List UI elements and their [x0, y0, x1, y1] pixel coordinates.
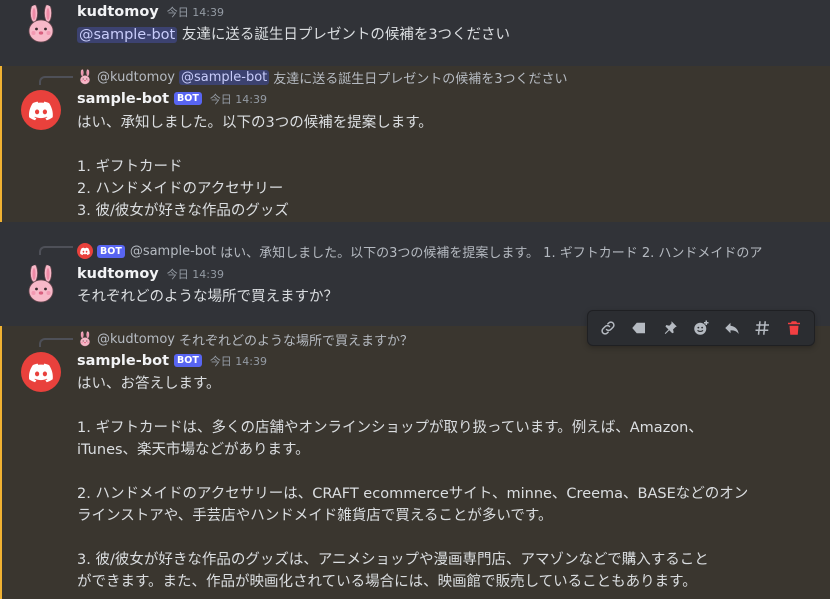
bunny-avatar-icon: [21, 4, 61, 44]
bot-badge: BOT: [174, 354, 202, 367]
create-thread-button[interactable]: [750, 315, 776, 341]
avatar[interactable]: [21, 352, 61, 392]
bot-badge: BOT: [97, 244, 125, 258]
message-1: kudtomoy 今日 14:39 @sample-bot 友達に送る誕生日プレ…: [0, 0, 830, 66]
reply-spine: [39, 246, 73, 255]
timestamp: 今日 14:39: [166, 268, 224, 281]
mention[interactable]: @sample-bot: [77, 27, 178, 43]
message-content: @sample-bot 友達に送る誕生日プレゼントの候補を3つください: [77, 24, 510, 46]
avatar[interactable]: [21, 264, 61, 304]
message-action-toolbar: [587, 310, 815, 346]
message-4: @kudtomoy それぞれどのような場所で買えますか？ sample-bot …: [0, 326, 830, 599]
timestamp: 今日 14:39: [209, 93, 268, 106]
bunny-avatar-icon: [77, 331, 93, 347]
reply-button[interactable]: [719, 315, 745, 341]
reply-author[interactable]: @sample-bot: [130, 244, 216, 259]
message-content: はい、承知しました。以下の3つの候補を提案します。 1. ギフトカード 2. ハ…: [77, 112, 433, 222]
message-text: 友達に送る誕生日プレゼントの候補を3つください: [181, 27, 511, 43]
timestamp: 今日 14:39: [166, 6, 224, 19]
timestamp: 今日 14:39: [209, 355, 268, 368]
avatar[interactable]: [21, 90, 61, 130]
add-reaction-icon: [694, 320, 709, 335]
mark-unread-button[interactable]: [626, 315, 652, 341]
tag-icon: [631, 322, 645, 334]
message-line: 1. ギフトカード: [77, 159, 183, 175]
username[interactable]: sample-bot: [77, 91, 169, 107]
reply-text: はい、承知しました。以下の3つの候補を提案します。 1. ギフトカード 2. ハ…: [220, 245, 763, 261]
message-line: ラインストアや、手芸店やハンドメイド雑貨店で買えることが多いです。: [77, 508, 553, 524]
message-line: 2. ハンドメイドのアクセサリー: [77, 181, 284, 197]
add-reaction-button[interactable]: [688, 315, 714, 341]
message-line: 1. ギフトカードは、多くの店舗やオンラインショップが取り扱っています。例えば、…: [77, 420, 703, 436]
reply-spine: [39, 76, 73, 85]
reply-author[interactable]: @kudtomoy: [97, 332, 175, 347]
bot-badge: BOT: [174, 92, 202, 105]
message-content: それぞれどのような場所で買えますか？: [77, 286, 338, 308]
discord-logo-icon: [77, 243, 93, 259]
message-line: ができます。また、作品が映画化されている場合には、映画館で販売していることもあり…: [77, 574, 697, 590]
reply-spine: [39, 338, 73, 347]
message-line: はい、承知しました。以下の3つの候補を提案します。: [77, 115, 433, 131]
bunny-avatar-icon: [77, 69, 93, 85]
message-line: はい、お答えします。: [77, 376, 221, 392]
pin-button[interactable]: [657, 315, 683, 341]
reply-preview[interactable]: BOT @sample-bot はい、承知しました。以下の3つの候補を提案します…: [77, 242, 782, 260]
delete-button[interactable]: [781, 315, 807, 341]
discord-logo-icon: [21, 352, 61, 392]
reply-text: 友達に送る誕生日プレゼントの候補を3つください: [273, 71, 568, 87]
pin-icon: [664, 321, 677, 334]
message-line: 3. 彼/彼女が好きな作品のグッズ: [77, 203, 289, 219]
message-line: 2. ハンドメイドのアクセサリーは、CRAFT ecommerceサイト、min…: [77, 486, 749, 502]
thread-icon: [755, 321, 770, 335]
discord-logo-icon: [21, 90, 61, 130]
reply-icon: [725, 322, 739, 334]
reply-preview[interactable]: @kudtomoy @sample-bot 友達に送る誕生日プレゼントの候補を3…: [77, 68, 782, 86]
message-content: はい、お答えします。 1. ギフトカードは、多くの店舗やオンラインショップが取り…: [77, 373, 748, 593]
message-text: それぞれどのような場所で買えますか？: [77, 289, 338, 305]
reply-mention[interactable]: @sample-bot: [178, 69, 270, 85]
reply-text: それぞれどのような場所で買えますか？: [178, 333, 413, 349]
message-line: 3. 彼/彼女が好きな作品のグッズは、アニメショップや漫画専門店、アマゾンなどで…: [77, 552, 709, 568]
username[interactable]: kudtomoy: [77, 266, 159, 282]
message-line: iTunes、楽天市場などがあります。: [77, 442, 310, 458]
message-2: @kudtomoy @sample-bot 友達に送る誕生日プレゼントの候補を3…: [0, 66, 830, 222]
trash-icon: [788, 321, 801, 335]
avatar[interactable]: [21, 4, 61, 44]
copy-link-button[interactable]: [595, 315, 621, 341]
username[interactable]: kudtomoy: [77, 4, 159, 20]
bunny-avatar-icon: [21, 264, 61, 304]
username[interactable]: sample-bot: [77, 353, 169, 369]
link-icon: [600, 321, 615, 335]
reply-author[interactable]: @kudtomoy: [97, 70, 175, 85]
